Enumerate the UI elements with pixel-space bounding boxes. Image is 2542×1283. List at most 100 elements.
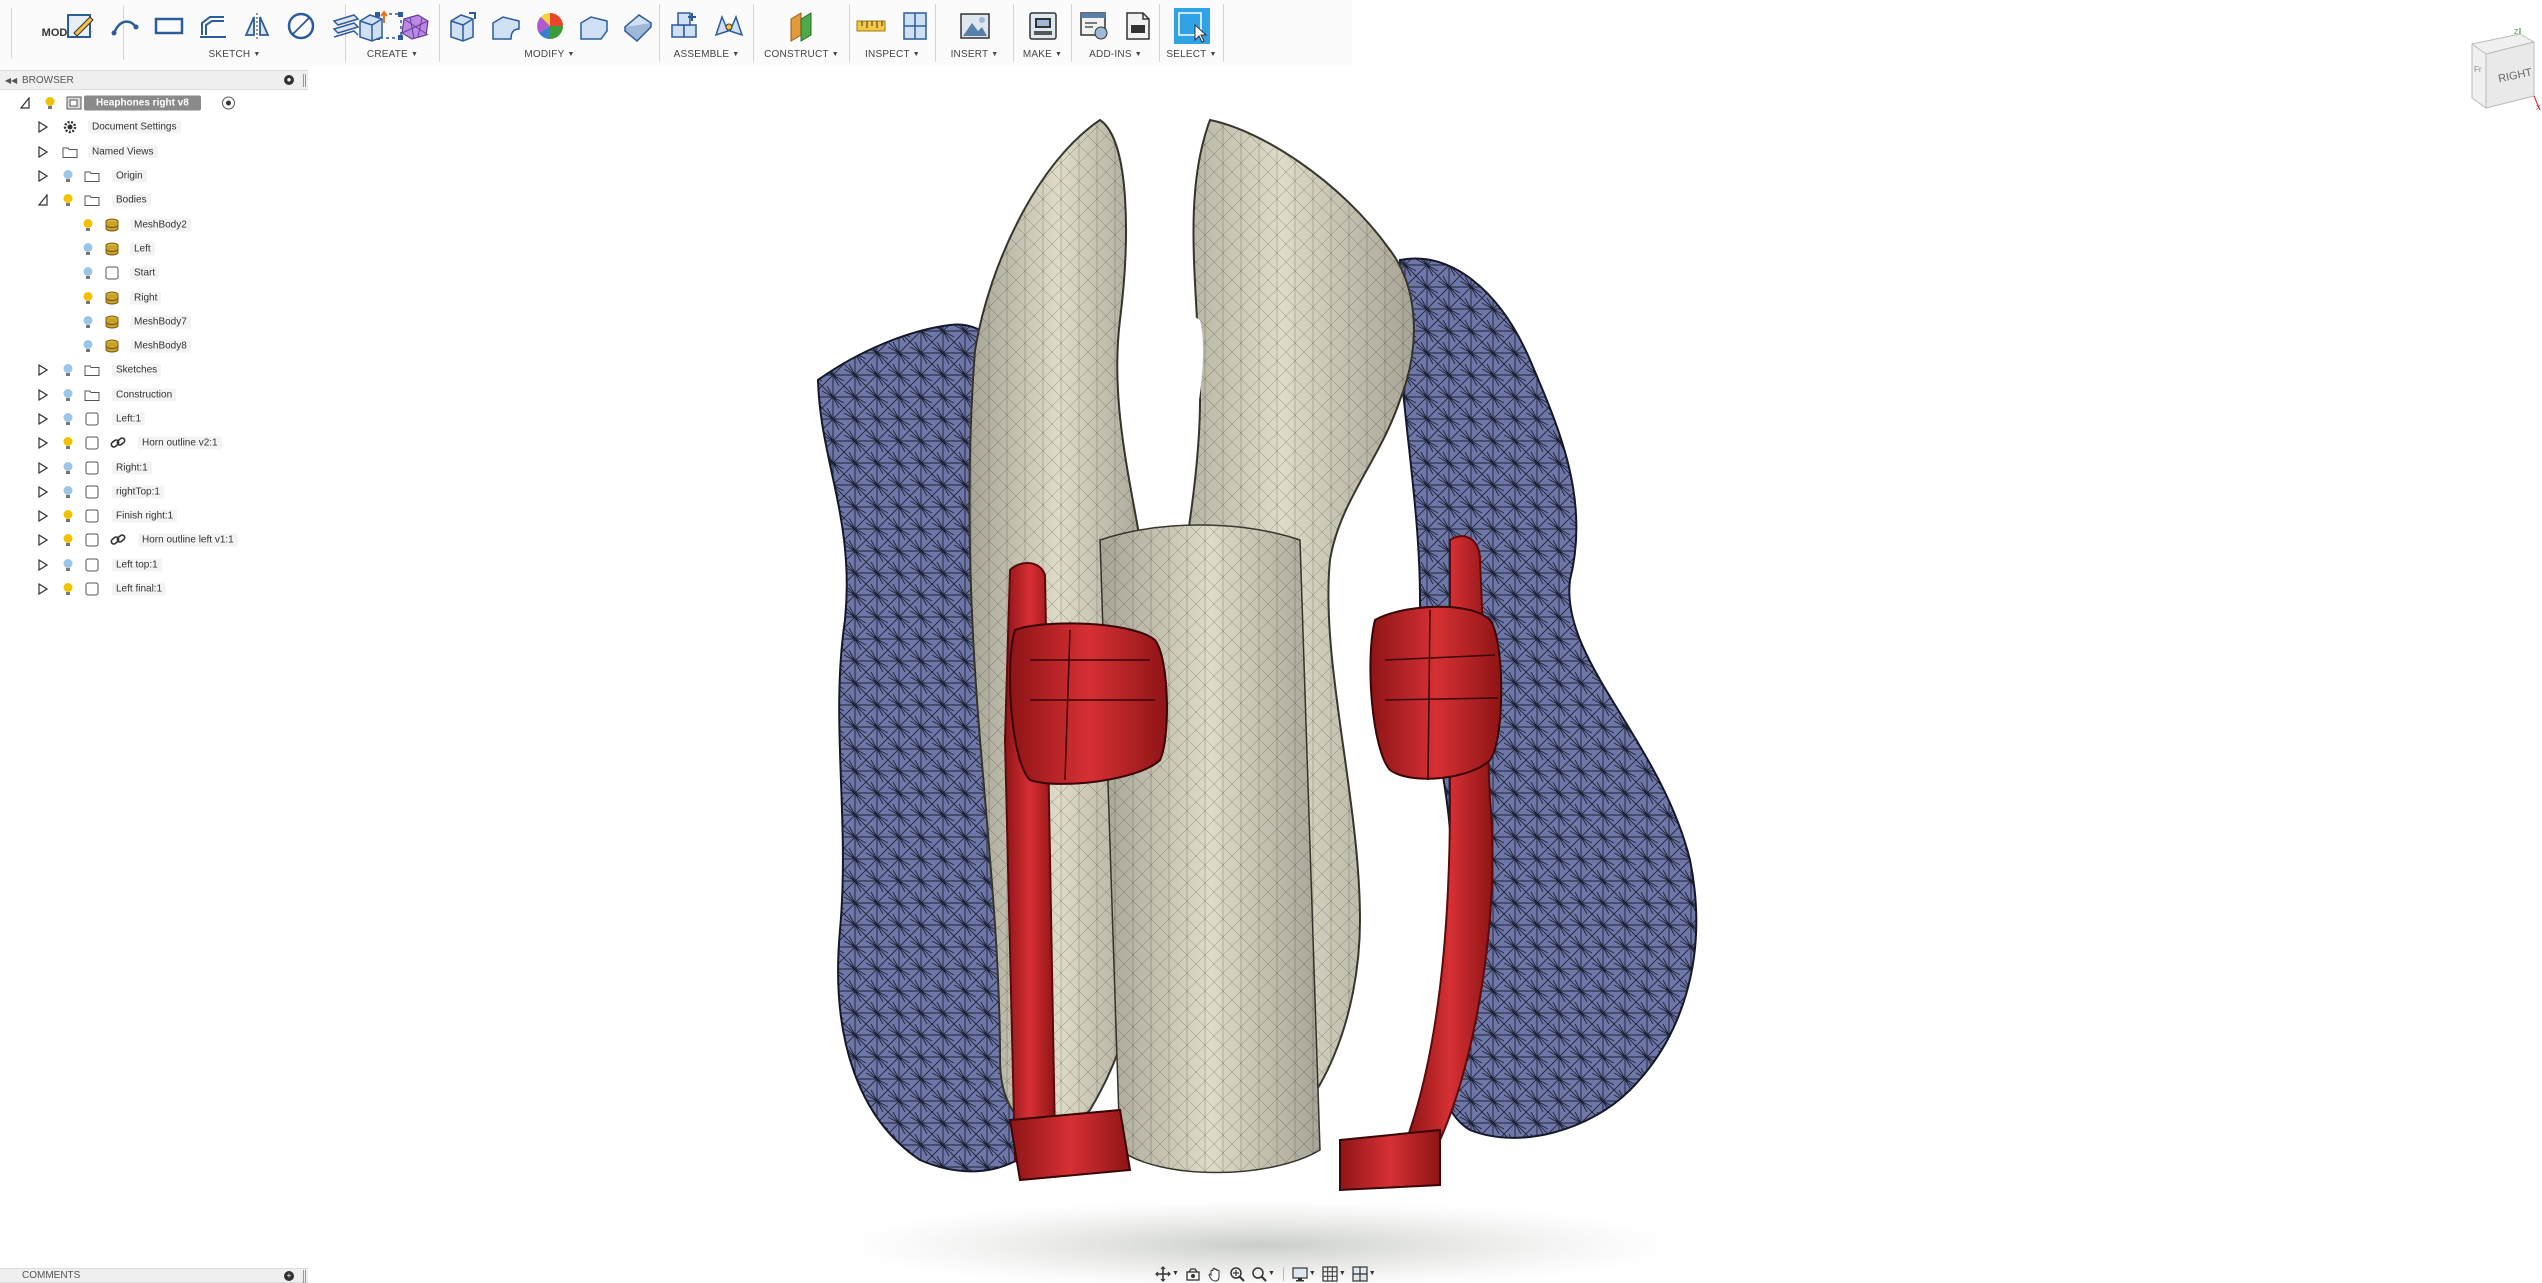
tree-node-named-views[interactable]: Named Views: [0, 140, 308, 164]
tree-node-root[interactable]: Heaphones right v8: [0, 91, 308, 115]
measure-icon[interactable]: [853, 8, 889, 44]
appearance-icon[interactable]: [532, 8, 568, 44]
panel-options-icon[interactable]: ●: [284, 75, 294, 85]
expanded-triangle-icon[interactable]: [19, 96, 30, 109]
toolbar-group-label[interactable]: MAKE: [1023, 49, 1052, 60]
right-red-clip[interactable]: [1369, 605, 1503, 780]
mirror-icon[interactable]: [239, 8, 275, 44]
line-icon[interactable]: [107, 8, 143, 44]
visibility-bulb-icon[interactable]: [82, 242, 94, 256]
toolbar-group-label[interactable]: CONSTRUCT: [764, 49, 829, 60]
tree-node-origin[interactable]: Origin: [0, 164, 308, 188]
insert-image-icon[interactable]: [957, 8, 993, 44]
collapsed-triangle-icon[interactable]: [38, 437, 49, 450]
tree-node-component[interactable]: Right:1: [0, 455, 308, 479]
orbit-button[interactable]: ▼: [1153, 1265, 1181, 1283]
tree-node-component[interactable]: Horn outline left v1:1: [0, 528, 308, 552]
press-pull-icon[interactable]: [444, 8, 480, 44]
offset-icon[interactable]: [195, 8, 231, 44]
display-settings-button[interactable]: ▼: [1290, 1265, 1318, 1283]
tree-node-construction[interactable]: Construction: [0, 383, 308, 407]
visibility-bulb-icon[interactable]: [62, 461, 74, 475]
tree-node-right[interactable]: Right: [0, 285, 308, 309]
expanded-triangle-icon[interactable]: [37, 193, 48, 206]
viewport-model[interactable]: [800, 100, 1740, 1283]
visibility-bulb-icon[interactable]: [82, 315, 94, 329]
left-red-foot[interactable]: [1008, 1108, 1132, 1182]
toolbar-group-label[interactable]: ADD-INS: [1089, 49, 1132, 60]
collapsed-triangle-icon[interactable]: [38, 169, 49, 183]
toolbar-group-label[interactable]: INSERT: [951, 49, 989, 60]
view-cube[interactable]: Z X RIGHT Fr: [2462, 26, 2542, 112]
tree-node-component[interactable]: Finish right:1: [0, 504, 308, 528]
zoom-button[interactable]: [1227, 1265, 1247, 1283]
fit-button[interactable]: ▼: [1249, 1265, 1277, 1283]
right-red-foot[interactable]: [1339, 1128, 1441, 1192]
visibility-bulb-icon[interactable]: [62, 582, 74, 596]
tree-node-component[interactable]: Left top:1: [0, 553, 308, 577]
visibility-bulb-icon[interactable]: [44, 96, 56, 110]
toolbar-group-label[interactable]: MODIFY: [524, 49, 564, 60]
section-analysis-icon[interactable]: [897, 8, 933, 44]
collapsed-triangle-icon[interactable]: [38, 582, 49, 596]
joint-icon[interactable]: [711, 8, 747, 44]
select-icon[interactable]: [1173, 8, 1210, 44]
toolbar-group-label[interactable]: ASSEMBLE: [674, 49, 730, 60]
tree-node-bodies[interactable]: Bodies: [0, 188, 308, 212]
offset-plane-icon[interactable]: [784, 8, 820, 44]
tree-node-component[interactable]: Horn outline v2:1: [0, 431, 308, 455]
tree-node-left[interactable]: Left: [0, 237, 308, 261]
collapsed-triangle-icon[interactable]: [38, 461, 49, 474]
collapsed-triangle-icon[interactable]: [38, 145, 49, 158]
app-store-icon[interactable]: [1120, 8, 1156, 44]
tree-node-meshbody7[interactable]: MeshBody7: [0, 310, 308, 334]
tree-node-start[interactable]: Start: [0, 261, 308, 285]
left-red-clip[interactable]: [1009, 622, 1168, 785]
scripts-icon[interactable]: [1076, 8, 1112, 44]
grid-settings-button[interactable]: ▼: [1320, 1265, 1348, 1283]
tree-node-component[interactable]: Left final:1: [0, 577, 308, 601]
visibility-bulb-icon[interactable]: [82, 266, 94, 280]
active-radio-icon[interactable]: [222, 96, 235, 110]
toolbar-group-label[interactable]: INSPECT: [865, 49, 910, 60]
visibility-bulb-icon[interactable]: [62, 509, 74, 523]
pan-button[interactable]: [1205, 1265, 1225, 1283]
toolbar-group-label[interactable]: SELECT: [1166, 49, 1206, 60]
tree-node-meshbody8[interactable]: MeshBody8: [0, 334, 308, 358]
collapse-panel-icon[interactable]: ◀◀: [0, 76, 22, 85]
visibility-bulb-icon[interactable]: [62, 363, 74, 377]
create-sketch-icon[interactable]: [63, 8, 99, 44]
visibility-bulb-icon[interactable]: [62, 533, 74, 547]
visibility-bulb-icon[interactable]: [82, 291, 94, 305]
collapsed-triangle-icon[interactable]: [38, 412, 49, 426]
tree-node-meshbody2[interactable]: MeshBody2: [0, 212, 308, 236]
visibility-bulb-icon[interactable]: [62, 193, 74, 207]
tree-node-sketches[interactable]: Sketches: [0, 358, 308, 382]
visibility-bulb-icon[interactable]: [82, 218, 94, 232]
rectangle-icon[interactable]: [151, 8, 187, 44]
collapsed-triangle-icon[interactable]: [38, 510, 49, 523]
collapsed-triangle-icon[interactable]: [38, 364, 49, 377]
toolbar-group-label[interactable]: CREATE: [367, 49, 408, 60]
collapsed-triangle-icon[interactable]: [38, 121, 49, 134]
collapsed-triangle-icon[interactable]: [38, 558, 49, 571]
shell-icon[interactable]: [620, 8, 656, 44]
tree-node-component[interactable]: Left:1: [0, 407, 308, 431]
panel-pin-icon[interactable]: [303, 1270, 306, 1283]
panel-pin-icon[interactable]: [303, 74, 306, 87]
add-comment-icon[interactable]: +: [284, 1271, 294, 1281]
visibility-bulb-icon[interactable]: [82, 339, 94, 353]
visibility-bulb-icon[interactable]: [62, 558, 74, 572]
new-component-icon[interactable]: [667, 8, 703, 44]
toolbar-group-label[interactable]: SKETCH: [209, 49, 251, 60]
look-at-button[interactable]: [1183, 1265, 1203, 1283]
circle-icon[interactable]: [283, 8, 319, 44]
visibility-bulb-icon[interactable]: [62, 436, 74, 450]
form-icon[interactable]: [397, 8, 433, 44]
collapsed-triangle-icon[interactable]: [38, 485, 49, 498]
fillet-icon[interactable]: [488, 8, 524, 44]
collapsed-triangle-icon[interactable]: [38, 388, 49, 401]
visibility-bulb-icon[interactable]: [62, 485, 74, 499]
tree-node-document-settings[interactable]: Document Settings: [0, 115, 308, 139]
viewports-button[interactable]: ▼: [1350, 1265, 1378, 1283]
